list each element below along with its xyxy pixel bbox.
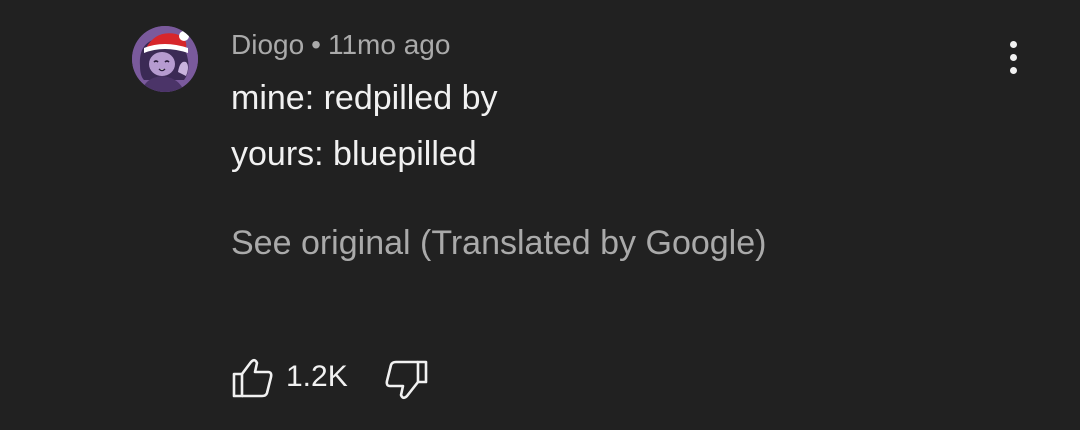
like-count: 1.2K [286,360,348,393]
more-options-button[interactable] [994,36,1034,80]
author-name[interactable]: Diogo [231,29,304,60]
comment-text-line: mine: redpilled by [231,79,498,117]
avatar-image [132,26,198,92]
comment-text-line: yours: bluepilled [231,135,477,173]
comment-meta: Diogo • 11mo ago [231,26,450,64]
dislike-button[interactable] [382,356,430,400]
meta-separator: • [311,29,321,60]
comment-thread: Diogo • 11mo ago mine: redpilled by yours:… [0,0,1080,430]
thumb-up-icon [232,358,273,398]
avatar[interactable] [132,26,198,92]
timestamp[interactable]: 11mo ago [328,29,450,60]
like-button[interactable] [230,356,276,400]
thumb-down-icon [385,360,428,400]
see-original-link[interactable]: See original (Translated by Google) [231,220,766,266]
